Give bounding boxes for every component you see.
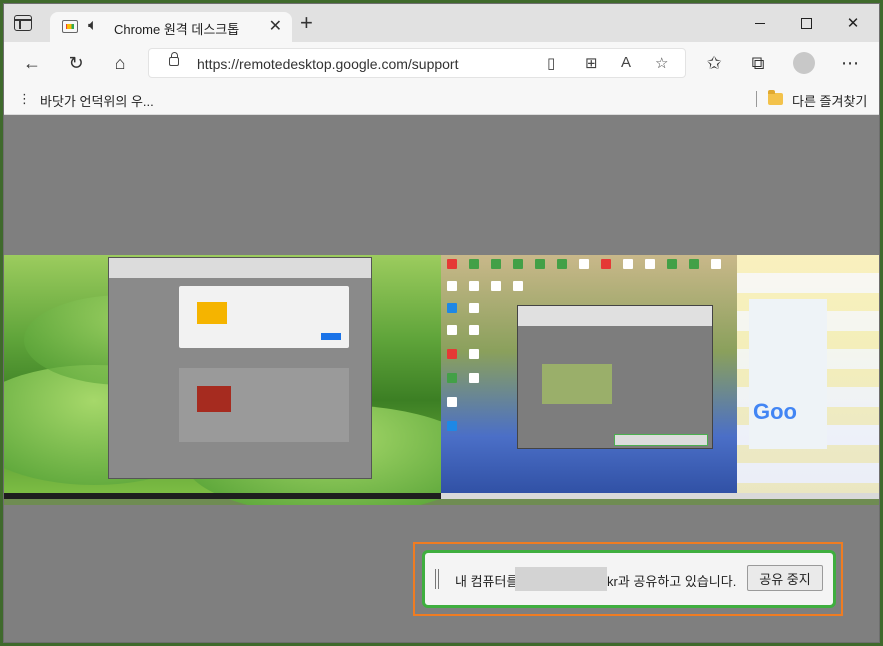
remote-browser-window [108,257,372,479]
close-icon[interactable]: ✕ [269,16,282,36]
plus-icon[interactable]: + [300,12,313,34]
tab-actions-icon[interactable] [14,15,32,31]
tab-strip: 🔈︎ Chrome 원격 데스크톱 ✕ + ✕ [4,4,879,42]
redacted-email [515,567,607,591]
remote-monitor-2: Goo [441,255,879,497]
other-favorites[interactable]: 다른 즐겨찾기 [792,91,867,110]
remote-desktop-view[interactable]: Goo [4,255,879,505]
add-favorite-icon[interactable]: ☆ [655,54,668,72]
refresh-icon[interactable]: ↻ [64,51,88,75]
read-aloud-icon[interactable]: A [621,54,631,71]
remote-card [179,286,349,348]
back-icon[interactable]: ← [20,51,44,75]
remote-taskbar [4,493,441,499]
profile-icon[interactable] [792,51,816,75]
remote-browser-window [517,305,713,449]
maximize-button[interactable] [783,10,829,36]
favorite-item[interactable]: 바닷가 언덕위의 우... [40,91,154,110]
home-icon[interactable]: ⌂ [108,51,132,75]
favorites-bar: ⋮ 바닷가 언덕위의 우... 다른 즐겨찾기 [4,84,879,115]
page-content: Goo 내 컴퓨터를 kr과 공유하고 있습니다. 공유 중지 [4,115,879,642]
apps-icon[interactable]: ⊞ [585,54,598,72]
share-status-prefix: 내 컴퓨터를 [455,574,519,589]
more-icon[interactable]: ⋯ [838,51,862,75]
close-window-button[interactable]: ✕ [830,10,876,36]
reading-list-icon[interactable]: ▯ [547,54,555,72]
divider [756,91,757,107]
folder-icon[interactable] [768,90,783,105]
browser-window: 🔈︎ Chrome 원격 데스크톱 ✕ + ✕ ← ↻ ⌂ https://re… [4,4,879,642]
drag-handle-icon[interactable] [435,569,439,589]
tab-chrome-remote-desktop[interactable]: 🔈︎ Chrome 원격 데스크톱 ✕ [50,12,292,42]
minimize-button[interactable] [737,10,783,36]
url-text[interactable]: https://remotedesktop.google.com/support [197,56,458,72]
tab-title: Chrome 원격 데스크톱 [114,22,240,37]
toolbar: ← ↻ ⌂ https://remotedesktop.google.com/s… [4,42,879,84]
favorite-item-icon[interactable]: ⋮ [18,91,31,107]
address-bar[interactable]: https://remotedesktop.google.com/support… [148,48,686,78]
favicon-icon [62,20,78,33]
speaker-icon[interactable]: 🔈︎ [88,17,98,35]
remote-monitor-1 [4,255,484,505]
remote-card [179,368,349,442]
lock-icon[interactable] [169,52,179,66]
stop-sharing-button[interactable]: 공유 중지 [747,565,823,591]
collections-icon[interactable]: ⧉ [746,51,770,75]
sharing-status-bar: 내 컴퓨터를 kr과 공유하고 있습니다. 공유 중지 [422,550,836,608]
remote-google-panel: Goo [749,299,827,449]
remote-taskbar [441,493,879,499]
favorites-icon[interactable]: ✩ [702,51,726,75]
share-status-suffix: kr과 공유하고 있습니다. [607,574,737,589]
